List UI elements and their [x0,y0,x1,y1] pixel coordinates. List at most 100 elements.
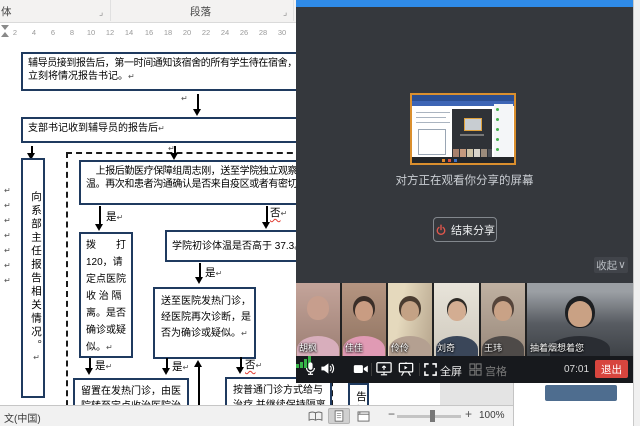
video-tile[interactable]: 抽着烟想着您 [527,283,633,356]
paragraph-mark: ↵ [181,94,188,103]
toolbar-divider [371,363,372,376]
box-text-line: 立刻将情况报告书记。 [28,71,128,82]
exit-label: 退出 [601,362,622,377]
mini-taskbar-icon [448,159,451,162]
video-tile[interactable]: 王玮 [481,283,525,356]
mini-doc-line [416,122,450,123]
print-layout-button[interactable] [328,408,350,424]
ruler-indent-marker[interactable] [1,25,9,30]
box-text-line: 支部书记收到辅导员的报告后 [28,123,158,134]
box-text-line: 否为确诊或疑似。 [161,328,241,339]
ruler-number: 24 [218,28,232,37]
zoom-slider-thumb[interactable] [430,410,435,422]
ribbon-divider [110,0,111,21]
meeting-toolbar: 全屏 宫格 07:01 退出 [296,356,633,383]
video-tile[interactable]: 伶伶 [388,283,432,356]
ruler-indent-marker[interactable] [1,32,9,37]
speaker-icon [320,361,335,376]
paragraph-mark: ↵ [158,124,165,133]
arrow-head [236,367,244,374]
arrow-head [162,368,170,375]
web-layout-button[interactable] [352,408,374,424]
microphone-button[interactable] [303,361,318,381]
web-layout-icon [357,411,370,422]
share-screen-button[interactable] [376,361,392,382]
label-yes: 是↵ [95,358,112,373]
box-text-line: 辅导员接到报告后，第一时间通知该宿舍的所有学生待在宿舍，安 [28,57,314,70]
video-tile[interactable]: 佳佳 [342,283,386,356]
flowchart-box-secretary: 支部书记收到辅导员的报告后↵ [21,117,321,143]
box-text-line: 似。 [86,342,106,353]
exit-button[interactable]: 退出 [595,360,628,378]
box-text-line: 经医院再次诊断，是 [161,310,248,326]
microphone-icon [303,361,318,376]
box-text-line: 收 治 隔 [86,288,126,305]
zoom-slider-track[interactable] [397,415,461,418]
box-text-line: 上报后勤医疗保障组周志刚，送至学院独立观察室测 [86,165,313,178]
video-tile[interactable]: 刘奇 [434,283,479,356]
chevron-down-icon: ∨ [618,259,626,271]
paragraph-mark: ↵ [4,231,11,240]
label-yes: 是↵ [106,209,123,224]
mini-video-tile [481,149,487,157]
participant-name: 伶伶 [391,341,409,354]
end-share-button[interactable]: 结束分享 [433,217,497,242]
zoom-in-button[interactable]: + [465,407,472,421]
font-dialog-launcher-icon[interactable]: ⌟ [99,7,103,18]
read-mode-button[interactable] [304,408,326,424]
ruler-number: 12 [103,28,117,37]
fullscreen-button[interactable] [424,363,437,381]
ribbon-group-paragraph-label: 段落 [190,4,211,19]
arrow-head [262,222,270,229]
ruler-number: 20 [180,28,194,37]
paragraph-mark: ↵ [106,343,113,352]
ribbon-divider [293,0,294,21]
collapse-button[interactable]: 收起 ∨ [594,257,628,273]
flowchart-box-fever-clinic: 送至医院发热门诊， 经医院再次诊断，是 否为确诊或疑似。↵ [153,287,256,359]
paragraph-mark: ↵ [241,329,248,338]
box-text-line: 120，请 [86,254,126,271]
fullscreen-label[interactable]: 全屏 [440,363,462,379]
ruler-number: 26 [237,28,251,37]
video-tile[interactable]: 胡枫 [296,283,340,356]
mini-taskbar-icon [454,159,457,162]
whiteboard-button[interactable] [398,361,414,382]
mini-video-tile [453,149,459,157]
grid-view-label[interactable]: 宫格 [485,363,507,379]
paragraph-dialog-launcher-icon[interactable]: ⌟ [283,7,287,18]
paragraph-mark: ↵ [4,186,11,195]
box-text-line: 向系部主任报告相关情况。 [30,191,42,353]
zoom-out-button[interactable]: − [388,407,395,421]
ruler-number: 4 [27,28,41,37]
camera-button[interactable] [353,362,369,381]
label-yes: 是↵ [172,359,189,374]
collapse-label: 收起 [596,258,617,273]
box-text-line: 确诊或疑 [86,322,126,339]
mini-status-dot [496,118,499,121]
ribbon-group-font-label: 体 [1,4,12,19]
participant-name: 胡枫 [299,341,317,354]
ruler-number: 2 [8,28,22,37]
mini-taskbar [412,157,514,163]
toolbar-divider [419,363,420,376]
shared-screen-preview [410,93,516,165]
word-status-bar: 文(中国) − + 100% [0,405,513,426]
mini-video-tile [467,149,473,157]
background-dialog-button[interactable] [545,385,617,401]
zoom-level[interactable]: 100% [479,410,505,421]
mini-contacts-panel [494,104,513,157]
whiteboard-icon [398,361,414,377]
box-text-line: 拨 打 [86,237,126,254]
arrow-line [198,366,200,410]
label-no: 否↵ [245,357,262,372]
language-indicator[interactable]: 文(中国) [4,410,41,425]
meeting-titlebar[interactable] [296,0,633,7]
arrow-head [170,153,178,160]
mini-doc-line [416,112,450,113]
mini-preview-thumb [464,118,482,131]
mini-status-dot [496,108,499,111]
arrow-head [95,224,103,231]
grid-view-button[interactable] [469,363,482,381]
participant-name: 刘奇 [437,341,455,354]
speaker-button[interactable] [320,361,335,381]
